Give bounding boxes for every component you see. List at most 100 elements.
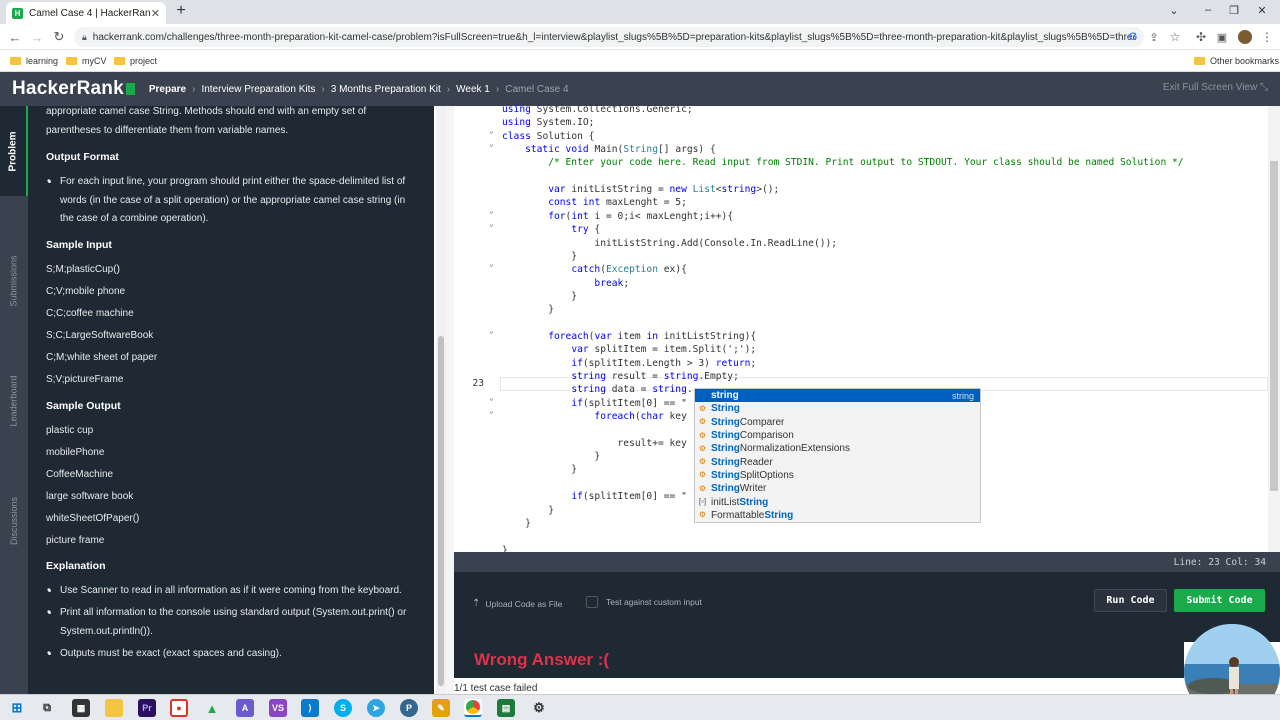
output-format-heading: Output Format	[46, 151, 119, 163]
exit-fullscreen-link[interactable]: Exit Full Screen View ⤡	[1163, 82, 1268, 93]
browser-tab[interactable]: H Camel Case 4 | HackerRank ✕	[6, 2, 166, 24]
code-line: if(splitItem[0] == "	[571, 491, 687, 503]
vscode-icon[interactable]: ⟩	[301, 699, 319, 717]
code-line: }	[502, 517, 531, 529]
telegram-icon[interactable]: ➤	[367, 699, 385, 717]
profile-avatar[interactable]	[1236, 28, 1254, 46]
line: Print all information to the console usi…	[60, 607, 407, 618]
share-icon[interactable]: ⇪	[1145, 28, 1163, 46]
notepad-icon[interactable]: ▤	[497, 699, 515, 717]
other-bookmarks-label: Other bookmarks	[1210, 56, 1280, 66]
reload-icon[interactable]: ↻	[50, 28, 68, 46]
enum-icon: ⚙	[698, 430, 707, 440]
breadcrumb-3-months-kit[interactable]: 3 Months Preparation Kit	[331, 84, 441, 95]
skype-icon[interactable]: S	[334, 699, 352, 717]
postgres-icon[interactable]: P	[400, 699, 418, 717]
autocomplete-popup[interactable]: string string ⚙ String ⚙ String Comparer ⚙ St…	[694, 388, 981, 523]
windows-start-icon[interactable]: ⊞	[8, 699, 26, 717]
window-close-icon[interactable]: ✕	[1252, 2, 1272, 18]
tab-problem[interactable]: Problem	[0, 106, 28, 196]
fold-icon[interactable]: ⌄	[489, 326, 494, 335]
app-icon[interactable]: A	[236, 699, 254, 717]
line: the case of a combine operation).	[60, 213, 209, 224]
suggestion-item[interactable]: [▫] initList String	[695, 495, 980, 508]
tab-submissions[interactable]: Submissions	[0, 236, 28, 326]
bookmark-learning[interactable]: learning	[10, 54, 58, 68]
breadcrumb-prepare[interactable]: Prepare	[149, 84, 186, 95]
upload-code-button[interactable]: ⇡ Upload Code as File	[472, 598, 562, 609]
suggestion-rest: SplitOptions	[739, 469, 794, 481]
file-explorer-icon[interactable]	[105, 699, 123, 717]
tab-leaderboard[interactable]: Leaderboard	[0, 356, 28, 446]
chrome-icon[interactable]	[464, 699, 482, 717]
breadcrumb-current: Camel Case 4	[505, 83, 569, 95]
breadcrumb-week-1[interactable]: Week 1	[456, 84, 490, 95]
editor-scrollbar[interactable]	[1268, 106, 1280, 552]
custom-input-label: Test against custom input	[606, 597, 702, 607]
fold-icon[interactable]: ⌄	[489, 259, 494, 268]
restore-icon[interactable]: ❐	[1224, 2, 1244, 18]
bookmark-mycv[interactable]: myCV	[66, 54, 107, 68]
tab-close-icon[interactable]: ✕	[151, 7, 160, 20]
tab-discussions[interactable]: Discussions	[0, 476, 28, 566]
problem-scrollbar[interactable]	[436, 106, 446, 694]
suggestion-item[interactable]: ⚙ String NormalizationExtensions	[695, 442, 980, 455]
folder-icon	[66, 57, 77, 65]
visual-studio-icon[interactable]: VS	[269, 699, 287, 717]
hackerrank-logo[interactable]: HackerRank	[12, 78, 135, 100]
menu-kebab-icon[interactable]: ⋮	[1258, 28, 1276, 46]
code-line: string data = string.	[571, 384, 693, 396]
code-line: result+= key	[617, 437, 687, 449]
checkbox[interactable]	[586, 596, 598, 608]
bookmark-project[interactable]: project	[114, 54, 157, 68]
premiere-icon[interactable]: Pr	[138, 699, 156, 717]
app-icon[interactable]: ✎	[432, 699, 450, 717]
address-bar[interactable]: 🔒︎ hackerrank.com/challenges/three-month…	[74, 27, 1144, 47]
calculator-icon[interactable]: ▦	[72, 699, 90, 717]
code-line: const int maxLenght = 5;	[548, 197, 687, 209]
forward-arrow-icon[interactable]: →	[28, 28, 46, 46]
fold-icon[interactable]: ⌄	[489, 206, 494, 215]
chevron-right-icon: ›	[495, 83, 500, 95]
extensions-icon[interactable]: ✣	[1192, 28, 1210, 46]
scrollbar-thumb[interactable]	[1270, 161, 1278, 491]
suggestion-match: string	[711, 390, 739, 402]
fold-icon[interactable]: ⌄	[489, 219, 494, 228]
sample-output-line: mobilePhone	[46, 447, 105, 458]
minimize-icon[interactable]: –	[1198, 2, 1218, 18]
other-bookmarks[interactable]: Other bookmarks	[1194, 54, 1279, 68]
sample-output-line: plastic cup	[46, 425, 94, 436]
result-subtitle: 1/1 test case failed	[454, 683, 538, 694]
line: System.out.println()).	[60, 625, 153, 637]
fold-icon[interactable]: ⌄	[489, 393, 494, 402]
settings-gear-icon[interactable]: ⚙	[530, 699, 548, 717]
recorder-icon[interactable]: ●	[170, 699, 188, 717]
run-code-button[interactable]: Run Code	[1094, 589, 1167, 612]
side-panel-icon[interactable]: ▣	[1213, 28, 1231, 46]
suggestion-item[interactable]: ⚙ String	[695, 402, 980, 415]
suggestion-item[interactable]: ⚙ Formattable String	[695, 509, 980, 522]
fold-icon[interactable]: ⌄	[489, 126, 494, 135]
bookmark-star-icon[interactable]: ☆	[1166, 28, 1184, 46]
task-view-icon[interactable]: ⧉	[38, 699, 56, 717]
fold-icon[interactable]: ⌄	[489, 406, 494, 415]
submit-code-button[interactable]: Submit Code	[1174, 589, 1265, 612]
new-tab-button[interactable]: +	[172, 2, 190, 20]
chevron-down-icon[interactable]: ⌄	[1164, 2, 1184, 18]
android-studio-icon[interactable]: ▲	[203, 699, 221, 717]
back-arrow-icon[interactable]: ←	[6, 28, 24, 46]
pane-splitter[interactable]	[446, 106, 454, 694]
breadcrumb: Prepare › Interview Preparation Kits › 3 M…	[149, 84, 569, 95]
fold-icon[interactable]: ⌄	[489, 139, 494, 148]
suggestion-item[interactable]: ⚙ String Comparison	[695, 429, 980, 442]
google-lens-icon[interactable]: G	[1124, 28, 1142, 46]
suggestion-item[interactable]: ⚙ String SplitOptions	[695, 469, 980, 482]
scrollbar-thumb[interactable]	[438, 336, 444, 686]
suggestion-item[interactable]: string string	[695, 389, 980, 403]
suggestion-match: String	[711, 443, 740, 455]
suggestion-item[interactable]: ⚙ String Comparer	[695, 416, 980, 429]
custom-input-toggle[interactable]: Test against custom input	[586, 596, 702, 608]
suggestion-item[interactable]: ⚙ String Writer	[695, 482, 980, 495]
suggestion-item[interactable]: ⚙ String Reader	[695, 456, 980, 469]
breadcrumb-interview-kits[interactable]: Interview Preparation Kits	[201, 84, 315, 95]
